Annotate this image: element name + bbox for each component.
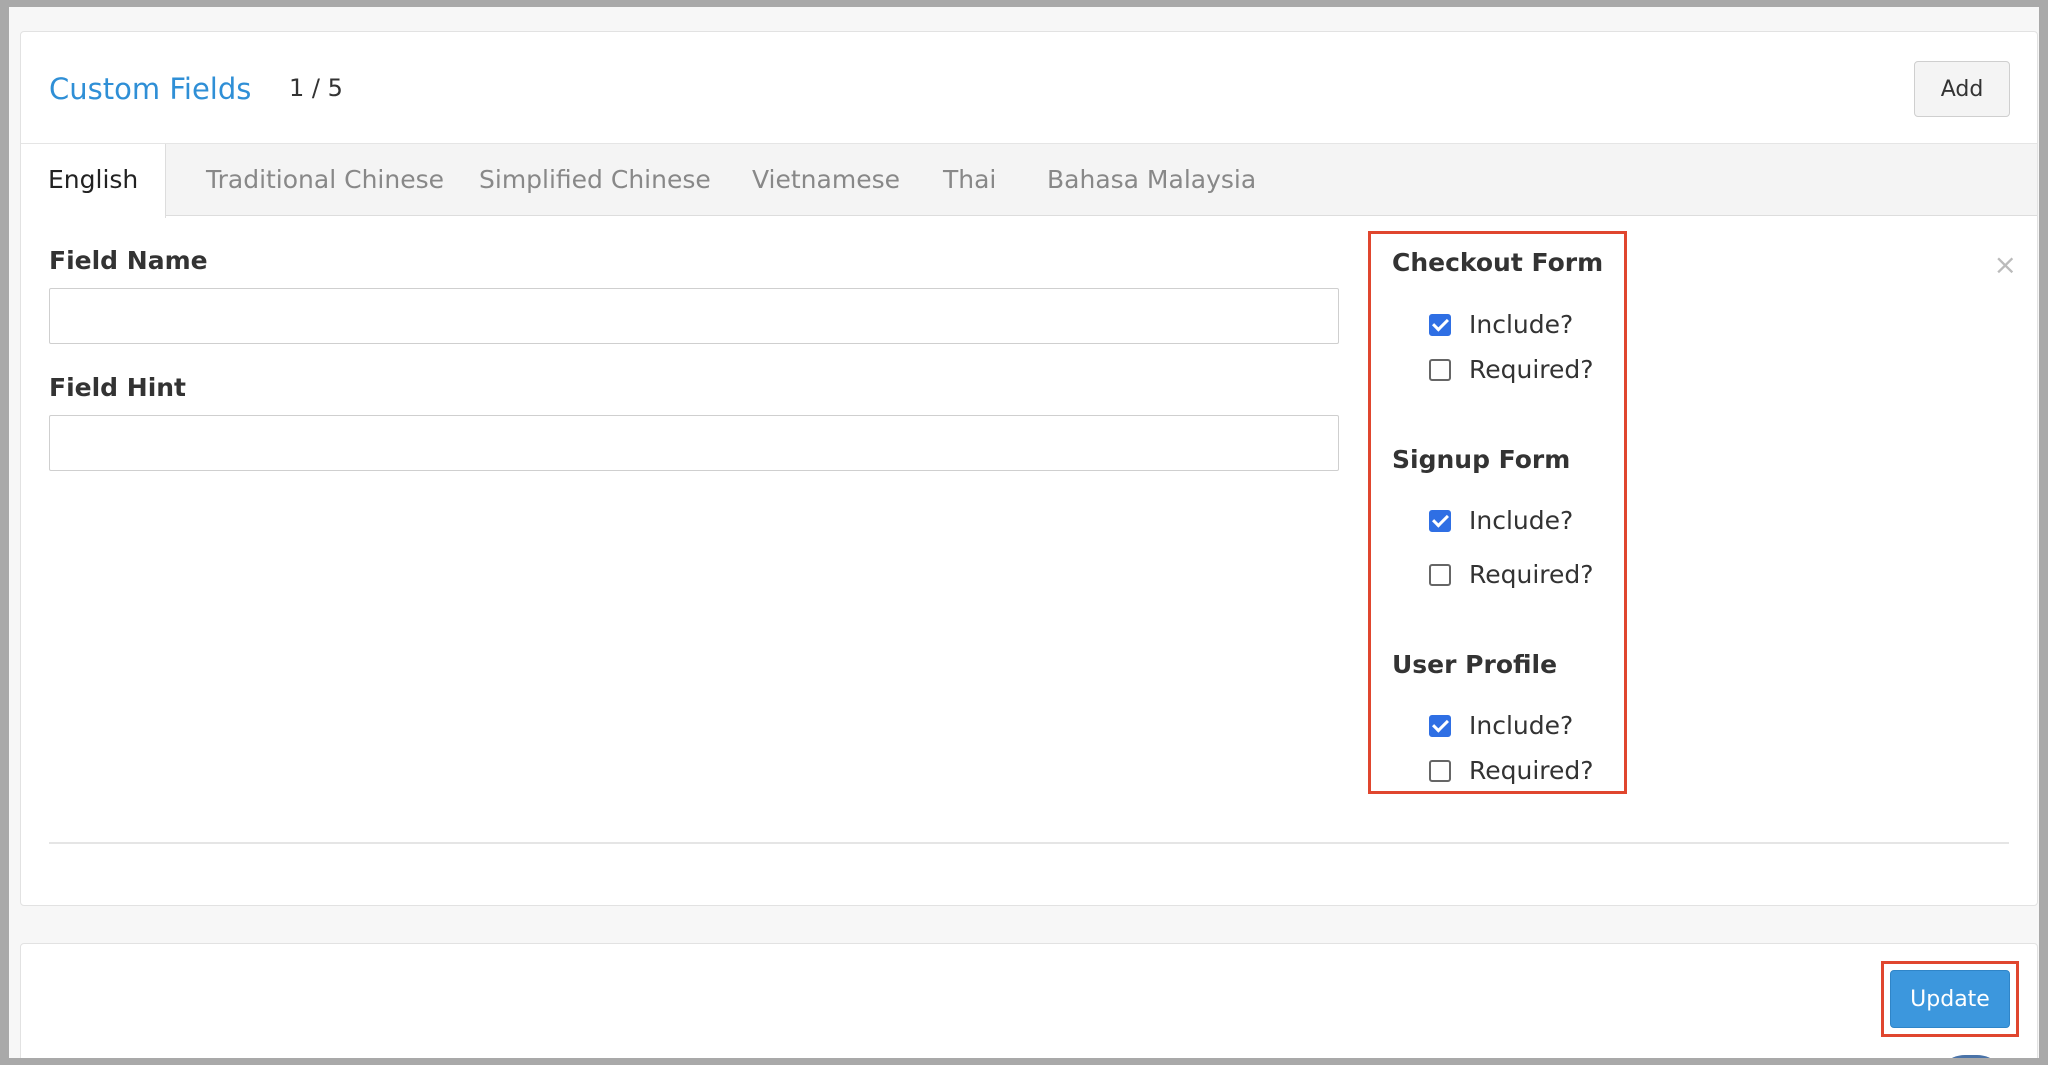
profile-required-checkbox[interactable] <box>1429 759 1451 782</box>
field-name-label: Field Name <box>49 246 208 275</box>
add-button[interactable]: Add <box>1914 61 2010 117</box>
signup-required-row[interactable]: Required? <box>1429 560 1594 589</box>
checkout-form-title: Checkout Form <box>1392 248 1604 277</box>
checkout-include-row[interactable]: Include? <box>1429 310 1573 339</box>
tab-thai[interactable]: Thai <box>916 144 1023 216</box>
update-button[interactable]: Update <box>1890 970 2010 1028</box>
signup-include-label: Include? <box>1469 506 1574 535</box>
field-hint-input[interactable] <box>49 415 1339 471</box>
form-visibility-group: Checkout Form Include? Required? Signup … <box>1368 231 1627 794</box>
custom-fields-panel: Custom Fields 1 / 5 Add English Traditio… <box>20 31 2038 906</box>
field-name-input[interactable] <box>49 288 1339 344</box>
checkout-required-checkbox[interactable] <box>1429 358 1451 381</box>
tab-simplified-chinese[interactable]: Simplified Chinese <box>452 144 738 216</box>
profile-include-checkbox[interactable] <box>1429 714 1451 737</box>
page-title: Custom Fields <box>49 72 252 106</box>
profile-required-row[interactable]: Required? <box>1429 756 1594 785</box>
field-counter: 1 / 5 <box>289 74 343 102</box>
tab-traditional-chinese[interactable]: Traditional Chinese <box>179 144 471 216</box>
profile-include-row[interactable]: Include? <box>1429 711 1573 740</box>
profile-required-label: Required? <box>1469 756 1594 785</box>
checkout-required-row[interactable]: Required? <box>1429 355 1594 384</box>
panel-header: Custom Fields 1 / 5 Add <box>21 32 2037 144</box>
checkout-include-label: Include? <box>1469 310 1574 339</box>
field-hint-label: Field Hint <box>49 373 187 402</box>
tab-english[interactable]: English <box>21 144 167 218</box>
checkout-required-label: Required? <box>1469 355 1594 384</box>
footer-panel <box>20 943 2038 1065</box>
signup-form-title: Signup Form <box>1392 445 1571 474</box>
close-icon[interactable]: × <box>1994 248 2017 281</box>
tab-vietnamese[interactable]: Vietnamese <box>725 144 927 216</box>
signup-include-row[interactable]: Include? <box>1429 506 1573 535</box>
checkout-include-checkbox[interactable] <box>1429 313 1451 336</box>
divider <box>49 842 2009 844</box>
update-highlight: Update <box>1881 961 2019 1037</box>
profile-include-label: Include? <box>1469 711 1574 740</box>
signup-required-checkbox[interactable] <box>1429 563 1451 586</box>
signup-include-checkbox[interactable] <box>1429 509 1451 532</box>
signup-required-label: Required? <box>1469 560 1594 589</box>
language-tabs: English Traditional Chinese Simplified C… <box>21 144 2037 218</box>
user-profile-title: User Profile <box>1392 650 1558 679</box>
tab-bahasa-malaysia[interactable]: Bahasa Malaysia <box>1020 144 1283 216</box>
